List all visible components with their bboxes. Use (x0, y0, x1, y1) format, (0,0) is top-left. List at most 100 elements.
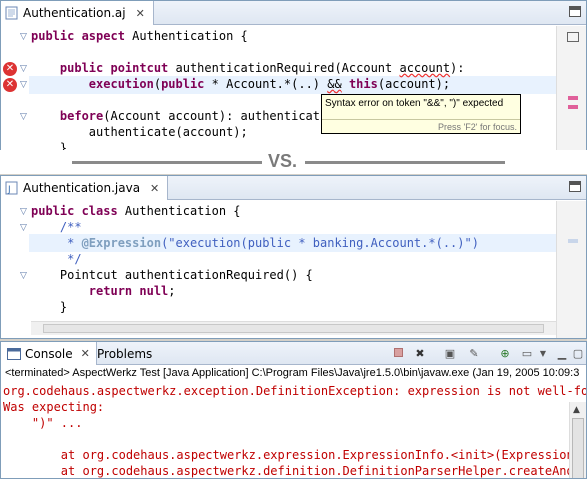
remove-launches-icon[interactable]: ✖ (412, 346, 428, 361)
code-token: ( (153, 77, 162, 91)
code-token: this (348, 77, 378, 91)
overview-ruler[interactable] (556, 201, 586, 338)
java-file-icon: J (5, 181, 18, 195)
code-token: before (59, 109, 104, 123)
tab-label: Authentication.aj (23, 6, 126, 20)
close-icon[interactable]: ✕ (81, 347, 90, 360)
maximize-icon[interactable] (569, 6, 581, 17)
error-marker[interactable] (568, 96, 578, 100)
fold-icon[interactable]: ▽ (20, 64, 30, 74)
chevron-up-icon[interactable]: ▲ (573, 405, 580, 415)
code-token: Authentication { (124, 29, 248, 43)
maximize-icon[interactable] (567, 32, 579, 42)
fold-icon[interactable]: ▽ (20, 207, 30, 217)
tab-label: Console (25, 346, 73, 361)
maximize-icon[interactable] (569, 181, 581, 192)
separator-line (72, 161, 262, 164)
code-line[interactable]: public aspect Authentication { (31, 26, 248, 46)
code-token: Pointcut authenticationRequired() { (31, 268, 313, 282)
code-token: * (31, 236, 82, 250)
code-token: public (161, 77, 205, 91)
horizontal-scrollbar[interactable] (31, 321, 556, 335)
fold-icon[interactable]: ▽ (20, 112, 30, 122)
tooltip-hint: Press 'F2' for focus. (438, 122, 517, 132)
console-line: at org.codehaus.aspectwerkz.expression.E… (3, 448, 587, 462)
error-tooltip: Syntax error on token "&&", ")" expected… (321, 94, 521, 134)
code-token: * Account.*(..) (204, 77, 328, 91)
code-token: /** (59, 220, 82, 234)
code-line[interactable]: execution(public * Account.*(..) && this… (31, 74, 450, 94)
clear-console-icon[interactable]: ✎ (466, 346, 482, 361)
vs-separator: VS. (0, 150, 587, 174)
terminate-icon[interactable] (390, 346, 406, 361)
code-token: && (327, 77, 342, 91)
code-token: */ (31, 252, 82, 266)
fold-icon[interactable]: ▽ (20, 32, 30, 42)
code-token: (Account account): authenticatio (103, 109, 335, 123)
code-token: public class (31, 204, 118, 218)
tab-console[interactable]: Console ✕ (1, 342, 97, 365)
vs-label: VS. (268, 151, 298, 171)
code-line[interactable]: } (31, 297, 67, 317)
console-line: Was expecting: (3, 400, 105, 414)
tooltip-message: Syntax error on token "&&", ")" expected (325, 98, 504, 109)
code-area[interactable]: ▽ ▽ ▽ public class Authentication { /** … (1, 201, 586, 338)
console-icon (7, 347, 21, 360)
code-token: ): (450, 61, 465, 75)
scrollbar-thumb[interactable] (43, 324, 544, 333)
close-icon[interactable]: ✕ (150, 182, 159, 195)
display-console-icon[interactable]: ▭ (519, 346, 535, 361)
code-token: } (31, 300, 68, 314)
console-view: Console ✕ Problems ✖ ▣ ✎ ⊕ ▭ ▼ ▁ ▢ <term… (0, 341, 587, 479)
maximize-icon[interactable]: ▢ (570, 346, 586, 361)
tab-problems[interactable]: Problems (91, 342, 158, 365)
java-editor: J Authentication.java ✕ ▽ ▽ ▽ public cla… (0, 175, 587, 339)
code-token: (account); (377, 77, 451, 91)
tooltip-divider (322, 119, 520, 120)
console-tabbar: Console ✕ Problems ✖ ▣ ✎ ⊕ ▭ ▼ ▁ ▢ (1, 342, 586, 365)
code-line[interactable]: * @Expression("execution(public * bankin… (31, 233, 479, 253)
code-token: execution (88, 77, 154, 91)
scroll-lock-icon[interactable]: ▣ (442, 346, 458, 361)
fold-icon[interactable]: ▽ (20, 223, 30, 233)
console-status: <terminated> AspectWerkz Test [Java Appl… (5, 367, 580, 379)
code-token: public pointcut (59, 61, 169, 75)
fold-icon[interactable]: ▽ (20, 80, 30, 90)
editor-tabbar: J Authentication.java ✕ (1, 176, 586, 200)
tab-authentication-aj[interactable]: Authentication.aj ✕ (1, 1, 154, 25)
aspect-file-icon (5, 6, 18, 20)
code-token: public aspect (31, 29, 125, 43)
code-token: return null (88, 284, 169, 298)
chevron-down-icon[interactable]: ▼ (535, 346, 551, 361)
overview-ruler[interactable] (556, 26, 586, 150)
separator-line (305, 161, 505, 164)
fold-icon[interactable]: ▽ (20, 271, 30, 281)
close-icon[interactable]: ✕ (136, 7, 145, 20)
scrollbar-thumb[interactable] (572, 418, 584, 478)
console-line: org.codehaus.aspectwerkz.exception.Defin… (3, 384, 587, 398)
code-token: @Expression (81, 236, 162, 250)
console-line: at org.codehaus.aspectwerkz.definition.D… (3, 464, 587, 478)
code-token: ; (168, 284, 176, 298)
error-icon[interactable]: ✕ (3, 78, 17, 92)
tab-authentication-java[interactable]: J Authentication.java ✕ (1, 176, 169, 200)
error-marker[interactable] (568, 105, 578, 109)
vertical-scrollbar[interactable]: ▲ (569, 402, 586, 478)
pin-console-icon[interactable]: ⊕ (497, 346, 513, 361)
warning-marker[interactable] (568, 239, 578, 243)
console-line: ")" ... (3, 416, 83, 430)
tab-label: Authentication.java (23, 181, 141, 195)
minimize-icon[interactable]: ▁ (554, 346, 570, 361)
code-token: Authentication { (117, 204, 241, 218)
tab-label: Problems (97, 346, 153, 361)
code-token: account (399, 61, 451, 75)
error-icon[interactable]: ✕ (3, 62, 17, 76)
code-token: authenticationRequired(Account (168, 61, 400, 75)
editor-tabbar: Authentication.aj ✕ (1, 1, 586, 25)
